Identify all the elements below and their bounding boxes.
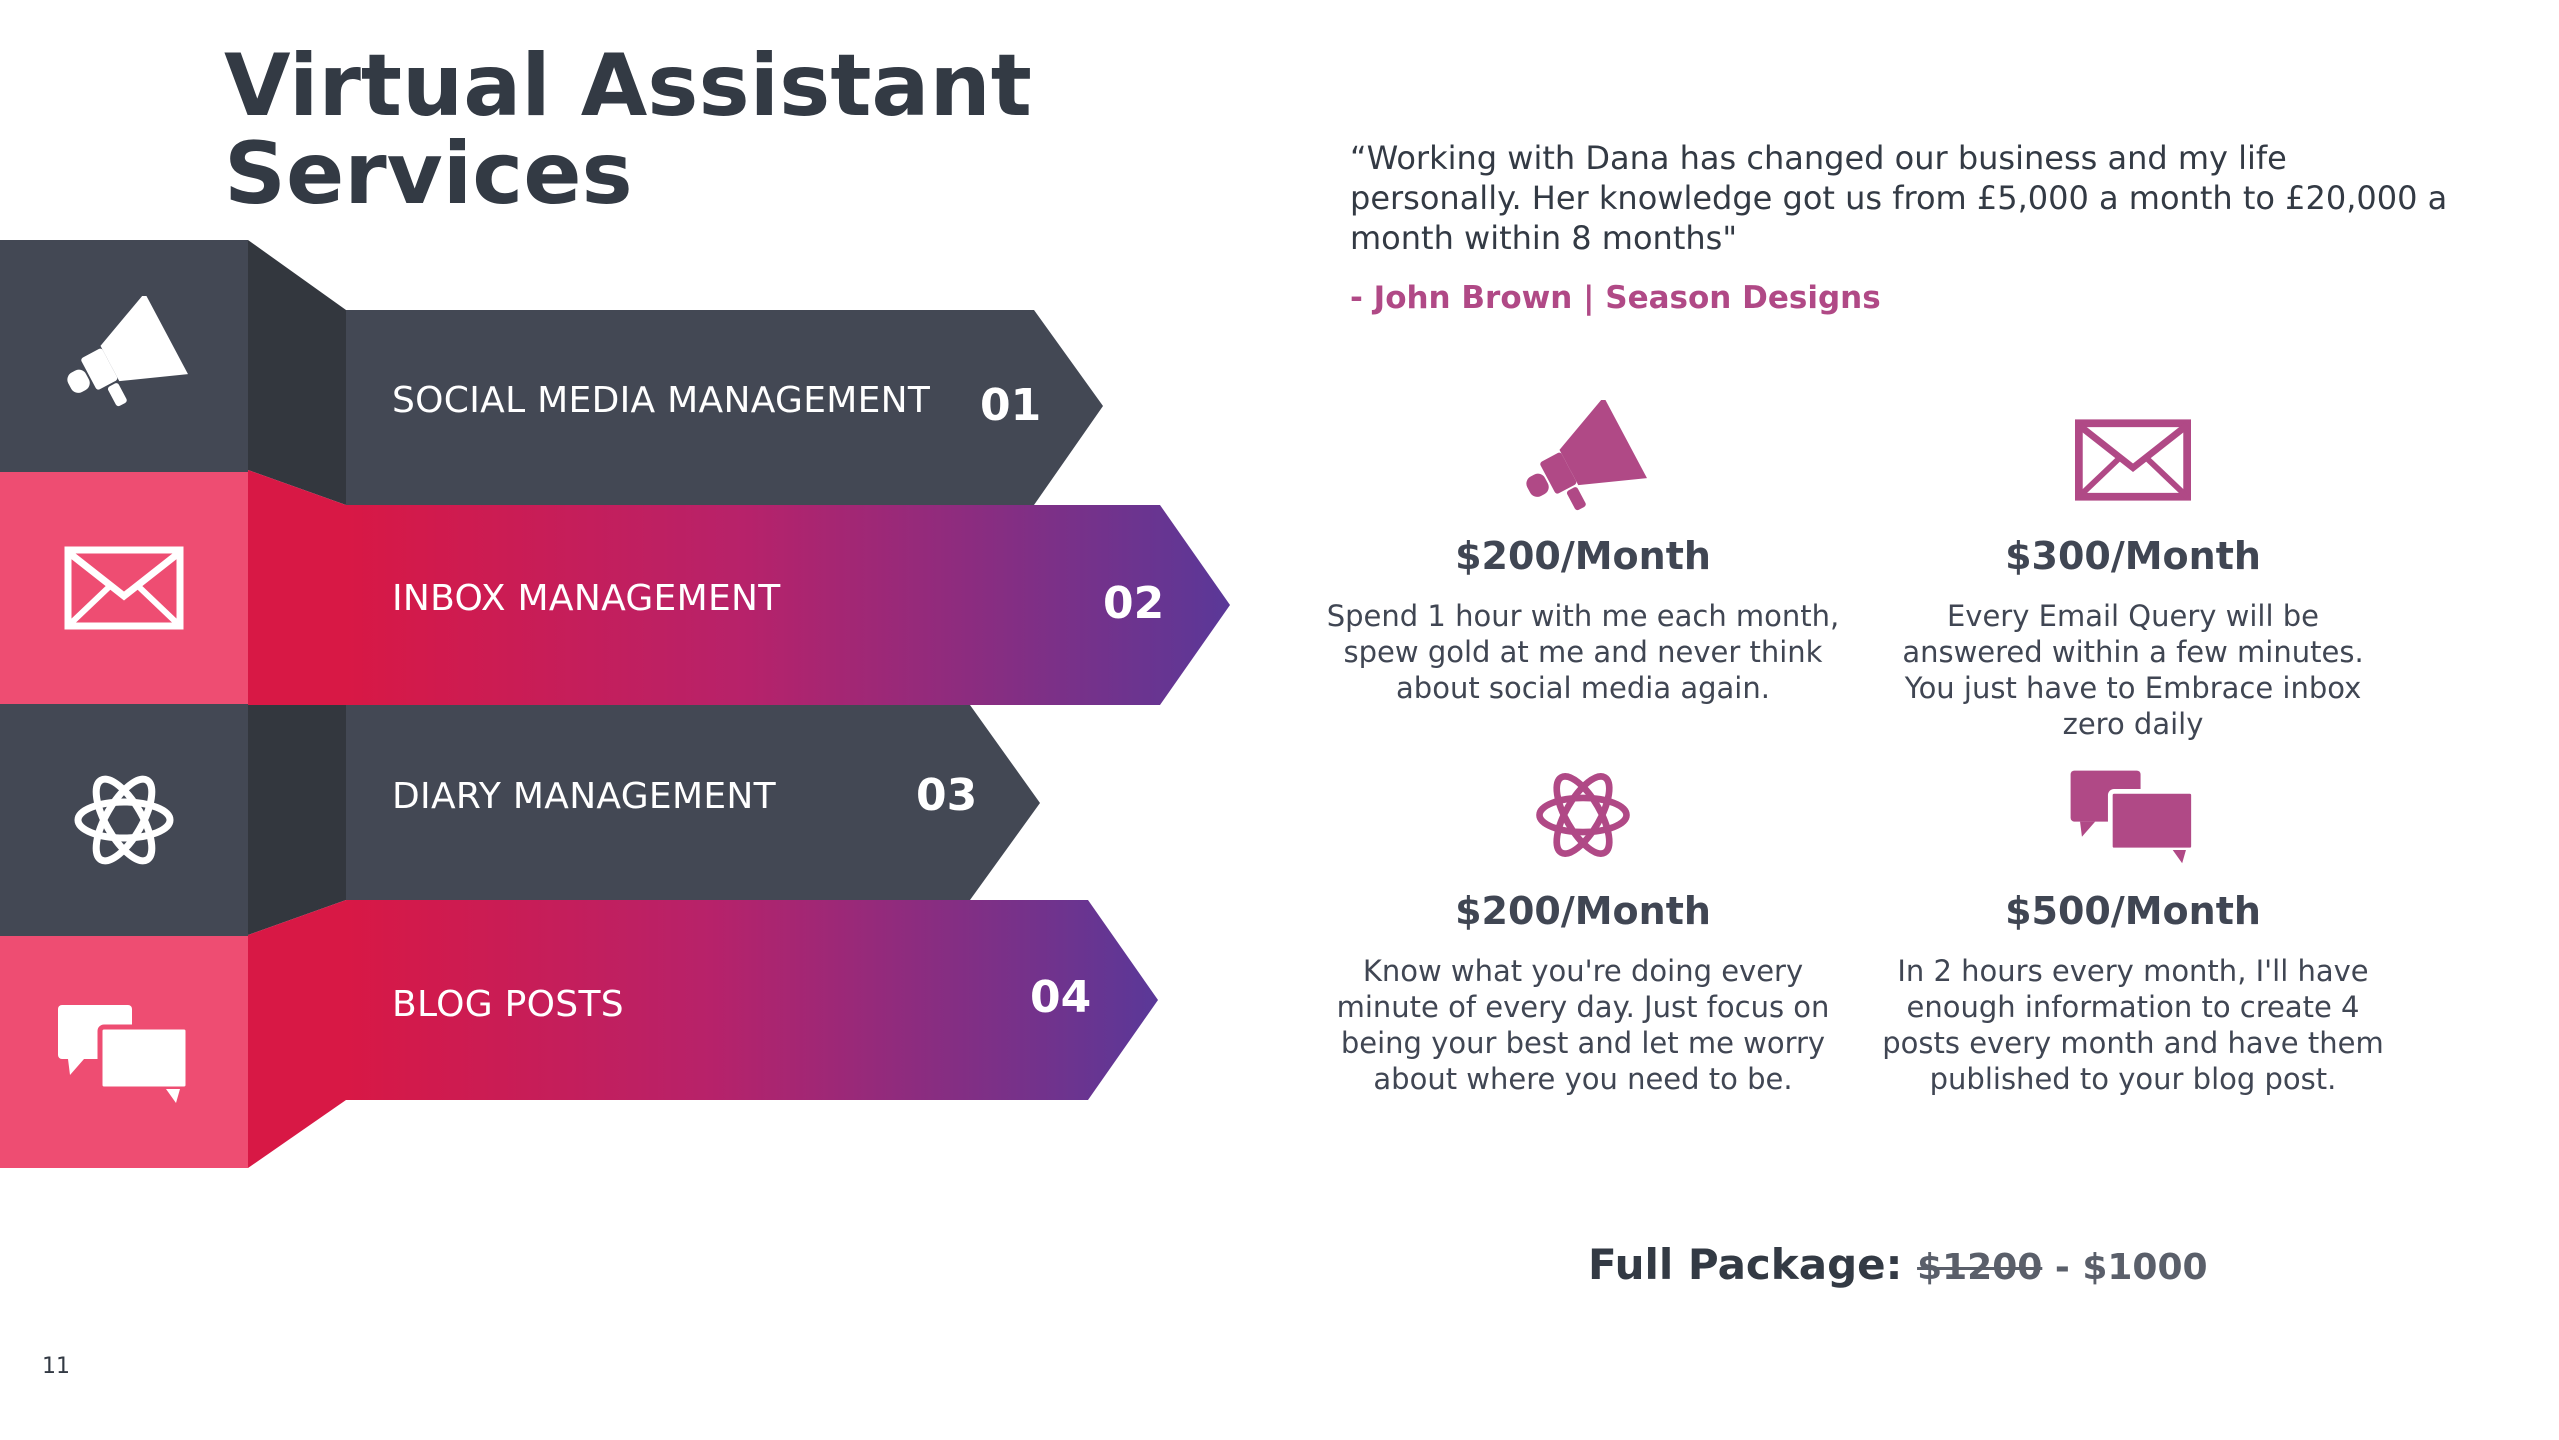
package-new-price: $1000	[2082, 1247, 2208, 1288]
pricing-card-inbox: $300/Month Every Email Query will be ans…	[1873, 400, 2393, 742]
envelope-icon	[2075, 419, 2191, 501]
page-title: Virtual Assistant Services	[224, 42, 1032, 218]
fold-2	[248, 470, 346, 705]
testimonial-author: - John Brown | Season Designs	[1350, 280, 1881, 316]
megaphone-icon	[67, 296, 188, 407]
full-package: Full Package: $1200 - $1000	[1588, 1240, 2208, 1289]
page-number: 11	[42, 1354, 70, 1379]
price-blog: $500/Month	[2005, 889, 2261, 933]
description-social: Spend 1 hour with me each month, spew go…	[1326, 599, 1840, 705]
package-separator: -	[2042, 1247, 2083, 1288]
service-number-3: 03	[916, 770, 978, 821]
price-social: $200/Month	[1455, 534, 1711, 578]
envelope-icon	[64, 546, 184, 630]
package-old-price: $1200	[1917, 1247, 2043, 1288]
service-label-4: BLOG POSTS	[392, 984, 624, 1025]
fold-4	[248, 900, 346, 1168]
service-label-3: DIARY MANAGEMENT	[392, 776, 776, 817]
service-label-2: INBOX MANAGEMENT	[392, 578, 781, 619]
tile-social-media	[0, 240, 248, 472]
tile-inbox	[0, 472, 248, 704]
tile-blog	[0, 936, 248, 1168]
description-inbox: Every Email Query will be answered withi…	[1902, 599, 2364, 741]
pricing-card-blog: $500/Month In 2 hours every month, I'll …	[1873, 755, 2393, 1097]
megaphone-icon	[1526, 400, 1647, 511]
title-line-1: Virtual Assistant	[224, 36, 1032, 136]
testimonial-quote: “Working with Dana has changed our busin…	[1350, 139, 2448, 257]
price-diary: $200/Month	[1455, 889, 1711, 933]
title-line-2: Services	[224, 124, 633, 224]
fold-1	[248, 240, 346, 505]
service-number-1: 01	[980, 380, 1042, 431]
pricing-card-social: $200/Month Spend 1 hour with me each mon…	[1323, 400, 1843, 706]
tile-diary	[0, 704, 248, 936]
fold-3	[248, 705, 346, 935]
chat-bubbles-icon	[2070, 770, 2196, 864]
service-number-4: 04	[1030, 972, 1092, 1023]
description-diary: Know what you're doing every minute of e…	[1336, 954, 1830, 1096]
atom-icon	[74, 775, 174, 865]
pricing-card-diary: $200/Month Know what you're doing every …	[1323, 755, 1843, 1097]
service-label-1: SOCIAL MEDIA MANAGEMENT	[392, 380, 931, 421]
description-blog: In 2 hours every month, I'll have enough…	[1882, 954, 2384, 1096]
price-inbox: $300/Month	[2005, 534, 2261, 578]
service-number-2: 02	[1103, 578, 1165, 629]
package-label: Full Package:	[1588, 1240, 1903, 1289]
atom-icon	[1536, 773, 1630, 857]
chat-bubbles-icon	[58, 1005, 191, 1103]
